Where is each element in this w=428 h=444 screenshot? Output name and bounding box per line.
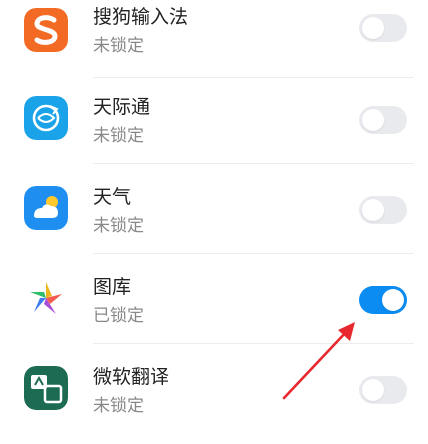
toggle-knob	[362, 109, 384, 131]
lock-status: 未锁定	[93, 216, 144, 236]
app-name: 天际通	[93, 96, 151, 118]
row-divider	[93, 343, 414, 344]
toggle-knob	[382, 289, 404, 311]
app-name: 天气	[93, 186, 132, 208]
lock-status: 未锁定	[93, 126, 144, 146]
lock-status: 已锁定	[93, 306, 144, 326]
toggle-knob	[362, 17, 384, 39]
lock-toggle-skytone[interactable]	[359, 106, 407, 134]
app-name: 图库	[93, 276, 132, 298]
app-lock-row-skytone[interactable]: 天际通 未锁定	[0, 84, 428, 174]
lock-toggle-translator[interactable]	[359, 376, 407, 404]
toggle-knob	[362, 199, 384, 221]
microsoft-translator-icon	[24, 366, 68, 410]
toggle-knob	[362, 379, 384, 401]
sogou-input-icon	[24, 8, 68, 52]
lock-toggle-sogou[interactable]	[359, 14, 407, 42]
skytone-globe-icon	[24, 96, 68, 140]
row-divider	[93, 253, 414, 254]
app-lock-row-weather[interactable]: 天气 未锁定	[0, 174, 428, 264]
app-lock-row-translator[interactable]: 微软翻译 未锁定	[0, 354, 428, 444]
app-name: 微软翻译	[93, 366, 170, 388]
lock-toggle-gallery[interactable]	[359, 286, 407, 314]
lock-status: 未锁定	[93, 36, 144, 56]
app-lock-row-sogou[interactable]: 搜狗输入法 未锁定	[0, 0, 428, 84]
gallery-pinwheel-icon	[30, 282, 62, 314]
lock-status: 未锁定	[93, 396, 144, 416]
lock-toggle-weather[interactable]	[359, 196, 407, 224]
app-name: 搜狗输入法	[93, 6, 189, 28]
row-divider	[93, 77, 414, 78]
row-divider	[93, 163, 414, 164]
app-lock-row-gallery[interactable]: 图库 已锁定	[0, 264, 428, 354]
weather-sun-cloud-icon	[24, 186, 68, 230]
